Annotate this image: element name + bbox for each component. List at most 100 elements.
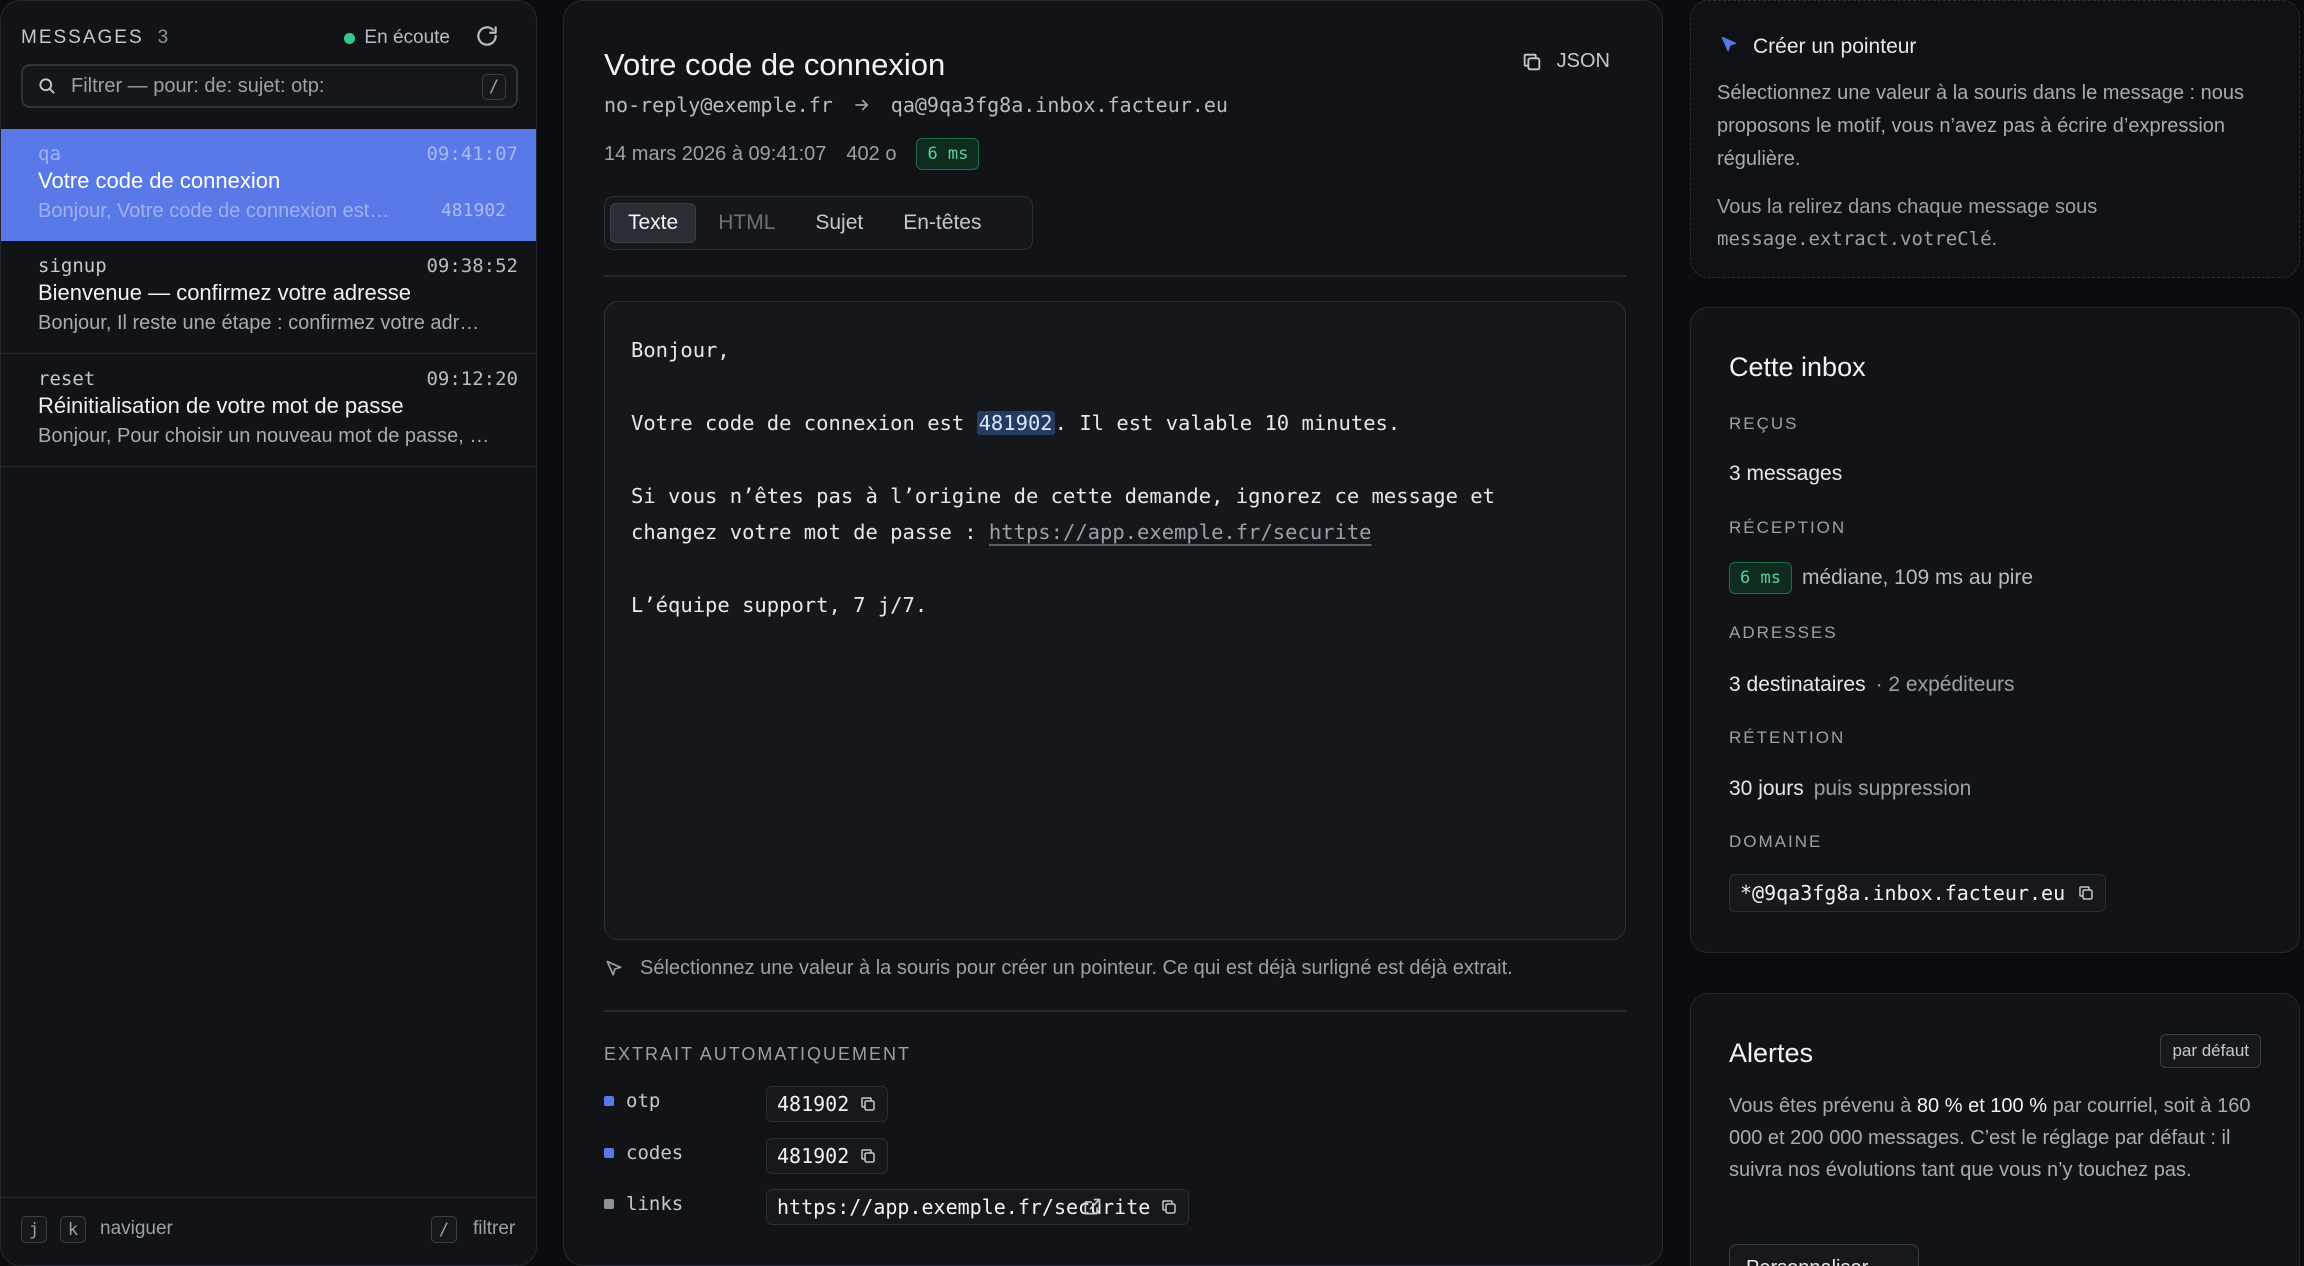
message-title: Votre code de connexion <box>604 47 946 82</box>
latency-badge: 6 ms <box>916 138 980 170</box>
message-list-panel: MESSAGES 3 En écoute / qa 09:41:07 Votre … <box>0 0 537 1266</box>
tip-path: message.extract.votreClé <box>1717 228 1992 250</box>
copy-icon[interactable] <box>2077 884 2095 902</box>
body-greeting: Bonjour, <box>631 338 730 362</box>
message-item-reset[interactable]: reset 09:12:20 Réinitialisation de votre… <box>1 354 536 467</box>
divider <box>604 275 1626 277</box>
message-tag: reset <box>38 368 96 390</box>
series-marker <box>604 1148 614 1158</box>
reception-label: RÉCEPTION <box>1729 518 1847 537</box>
kbd-k: k <box>60 1216 86 1243</box>
message-subject: Bienvenue — confirmez votre adresse <box>38 280 411 305</box>
to-address: qa@9qa3fg8a.inbox.facteur.eu <box>890 93 1228 117</box>
message-body: Bonjour, Votre code de connexion est 481… <box>604 301 1626 940</box>
body-text: changez votre mot de passe : <box>631 520 989 544</box>
tab-en-tetes[interactable]: En-têtes <box>885 203 999 243</box>
arrow-right-icon <box>854 99 868 111</box>
message-item-signup[interactable]: signup 09:38:52 Bienvenue — confirmez vo… <box>1 241 536 354</box>
alerts-title: Alertes <box>1729 1038 1814 1068</box>
message-meta: 14 mars 2026 à 09:41:07 402 o 6 ms <box>604 138 980 170</box>
received-value: 3 messages <box>1729 462 1843 485</box>
filter-hint: filtrer <box>473 1218 516 1239</box>
pointer-hint: Sélectionnez une valeur à la souris pour… <box>604 957 1513 980</box>
security-link[interactable]: https://app.exemple.fr/securite <box>989 520 1372 544</box>
copy-icon[interactable] <box>859 1095 877 1113</box>
message-preview: Bonjour, Il reste une étape : confirmez … <box>38 312 480 334</box>
address-line: no-reply@exemple.fr qa@9qa3fg8a.inbox.fa… <box>604 93 1228 117</box>
default-badge: par défaut <box>2160 1034 2261 1068</box>
tab-texte[interactable]: Texte <box>610 203 697 243</box>
message-preview: Bonjour, Pour choisir un nouveau mot de … <box>38 425 490 447</box>
extracted-value-chip[interactable]: 481902 <box>766 1086 889 1122</box>
tab-html[interactable]: HTML <box>700 203 793 243</box>
domain-chip[interactable]: *@9qa3fg8a.inbox.facteur.eu <box>1729 874 2107 912</box>
customize-button[interactable]: Personnaliser <box>1729 1244 1919 1266</box>
kbd-slash: / <box>431 1216 457 1243</box>
addresses-value: 3 destinataires · 2 expéditeurs <box>1729 673 2015 697</box>
alerts-card: Alertes par défaut Vous êtes prévenu à 8… <box>1690 993 2300 1266</box>
copy-icon[interactable] <box>1160 1198 1178 1216</box>
copy-icon <box>1523 53 1540 70</box>
received-label: REÇUS <box>1729 414 1799 433</box>
message-time: 09:38:52 <box>426 255 518 277</box>
addresses-main: 3 destinataires <box>1729 673 1866 696</box>
copy-icon[interactable] <box>859 1147 877 1165</box>
search-icon <box>39 78 55 94</box>
extracted-value-chip[interactable]: https://app.exemple.fr/securite <box>766 1189 1190 1225</box>
body-text: Votre code de connexion est <box>631 411 977 435</box>
tip-text-secondary: Vous la relirez dans chaque message sous… <box>1717 191 2277 255</box>
cursor-icon <box>606 960 622 976</box>
filter-field[interactable]: / <box>21 64 518 108</box>
extracted-title: EXTRAIT AUTOMATIQUEMENT <box>604 1044 912 1064</box>
divider <box>604 1010 1626 1012</box>
navigate-hint: naviguer <box>100 1218 173 1239</box>
message-time: 09:12:20 <box>426 368 518 390</box>
messages-title: MESSAGES <box>21 27 144 48</box>
message-list-header: MESSAGES 3 En écoute <box>21 25 516 51</box>
message-tag: qa <box>38 143 61 165</box>
status-dot-icon <box>344 32 356 44</box>
domain-value: *@9qa3fg8a.inbox.facteur.eu <box>1740 881 2066 905</box>
listening-label: En écoute <box>364 27 450 48</box>
reception-badge: 6 ms <box>1729 562 1792 594</box>
message-code: 481902 <box>440 200 506 221</box>
extracted-key: links <box>626 1193 684 1215</box>
message-item-qa[interactable]: qa 09:41:07 Votre code de connexion Bonj… <box>1 129 536 241</box>
body-line-warning: Si vous n’êtes pas à l’origine de cette … <box>631 484 1495 508</box>
message-subject: Réinitialisation de votre mot de passe <box>38 393 404 418</box>
message-list: qa 09:41:07 Votre code de connexion Bonj… <box>1 129 536 467</box>
cursor-icon <box>1721 36 1737 52</box>
tab-sujet[interactable]: Sujet <box>797 203 881 243</box>
message-time: 09:41:07 <box>426 143 518 165</box>
json-label: JSON <box>1556 50 1610 72</box>
external-link-icon[interactable] <box>1082 1197 1102 1217</box>
extracted-row-otp: otp 481902 <box>604 1086 1504 1122</box>
addresses-label: ADRESSES <box>1729 623 1838 642</box>
kbd-j: j <box>21 1216 47 1243</box>
messages-count: 3 <box>157 27 169 48</box>
json-button[interactable]: JSON <box>1521 50 1610 73</box>
extracted-key: codes <box>626 1142 684 1164</box>
series-marker <box>604 1199 614 1209</box>
message-detail-panel: Votre code de connexion JSON no-reply@ex… <box>563 0 1663 1266</box>
extracted-row-links: links https://app.exemple.fr/securite <box>604 1189 1504 1225</box>
alerts-text: Vous êtes prévenu à 80 % et 100 % par co… <box>1729 1090 2269 1186</box>
inbox-card: Cette inbox REÇUS 3 messages RÉCEPTION 6… <box>1690 307 2300 953</box>
filter-input[interactable] <box>71 66 471 106</box>
extracted-key: otp <box>626 1090 661 1112</box>
pointer-hint-text: Sélectionnez une valeur à la souris pour… <box>640 957 1513 979</box>
series-marker <box>604 1096 614 1106</box>
message-size: 402 o <box>846 142 897 165</box>
body-signature: L’équipe support, 7 j/7. <box>631 593 928 617</box>
extracted-value: 481902 <box>777 1144 850 1168</box>
extracted-value-chip[interactable]: 481902 <box>766 1138 889 1174</box>
retention-sub: puis suppression <box>1813 777 1972 800</box>
pointer-tip-card: Créer un pointeur Sélectionnez une valeu… <box>1690 0 2300 278</box>
retention-main: 30 jours <box>1729 777 1804 800</box>
tip-period: . <box>1991 228 1998 250</box>
highlighted-code[interactable]: 481902 <box>976 411 1055 435</box>
message-date: 14 mars 2026 à 09:41:07 <box>604 142 827 165</box>
refresh-icon[interactable] <box>474 23 500 49</box>
inbox-title: Cette inbox <box>1729 352 1866 382</box>
keyboard-hints: j k naviguer / filtrer <box>1 1197 536 1265</box>
